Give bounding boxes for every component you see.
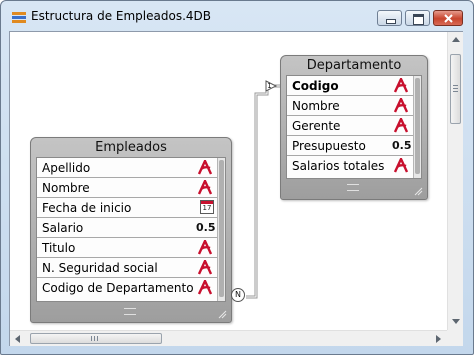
field-row-titulo[interactable]: Titulo — [37, 238, 217, 258]
table-title: Departamento — [306, 58, 402, 73]
field-name: Salario — [42, 221, 84, 235]
field-list: Codigo Nombre Gerente Presupuesto 0.5 Sa… — [286, 75, 422, 179]
alpha-field-icon — [393, 158, 409, 173]
field-name: Fecha de inicio — [42, 201, 132, 215]
field-name: Codigo de Departamento — [42, 281, 194, 295]
application-window: Estructura de Empleados.4DB Departamento — [0, 0, 474, 355]
field-row-salario[interactable]: Salario 0.5 — [37, 218, 217, 238]
field-name: N. Seguridad social — [42, 261, 158, 275]
scroll-up-icon[interactable] — [452, 37, 460, 42]
field-row-fecha-de-inicio[interactable]: Fecha de inicio 17 — [37, 198, 217, 218]
real-field-icon: 0.5 — [196, 221, 216, 234]
table-title: Empleados — [95, 140, 167, 155]
field-list-scroll-thumb[interactable] — [219, 160, 224, 297]
alpha-field-icon — [393, 98, 409, 113]
grip-line — [453, 88, 458, 89]
minimize-button[interactable] — [377, 10, 402, 26]
database-structure-icon — [12, 12, 26, 23]
alpha-field-icon — [197, 180, 213, 195]
table-empleados[interactable]: Empleados Apellido Nombre Fecha de inici… — [30, 137, 232, 323]
grip-line — [453, 85, 458, 86]
field-list-scrollbar[interactable] — [413, 76, 421, 178]
field-row-apellido[interactable]: Apellido — [37, 158, 217, 178]
relation-many-label: N — [235, 290, 241, 299]
alpha-field-icon — [197, 240, 213, 255]
scroll-right-icon[interactable] — [436, 335, 441, 343]
resize-corner-icon[interactable] — [413, 186, 423, 196]
date-field-icon: 17 — [200, 200, 214, 214]
field-row-salarios-totales[interactable]: Salarios totales — [287, 156, 413, 176]
field-list-scrollbar[interactable] — [217, 158, 225, 301]
grip-line — [97, 336, 98, 341]
field-name: Nombre — [42, 181, 90, 195]
structure-canvas[interactable]: Departamento Codigo Nombre Gerente Presu… — [10, 32, 447, 330]
maximize-button[interactable] — [405, 10, 430, 26]
vertical-scroll-thumb[interactable] — [450, 54, 461, 124]
field-name: Codigo — [292, 79, 339, 93]
field-row-presupuesto[interactable]: Presupuesto 0.5 — [287, 136, 413, 156]
close-icon — [444, 14, 453, 23]
grip-line — [94, 336, 95, 341]
field-row-codigo[interactable]: Codigo — [287, 76, 413, 96]
minimize-icon — [386, 19, 396, 24]
alpha-field-icon — [197, 160, 213, 175]
field-list-scroll-thumb[interactable] — [415, 78, 420, 174]
relation-many-marker[interactable]: N — [231, 288, 245, 302]
field-name: Nombre — [292, 99, 340, 113]
field-name: Gerente — [292, 119, 341, 133]
table-resize-grip-icon[interactable] — [124, 308, 136, 315]
window-title: Estructura de Empleados.4DB — [31, 9, 211, 23]
field-row-codigo-de-departamento[interactable]: Codigo de Departamento — [37, 278, 217, 298]
calendar-day: 17 — [202, 204, 212, 212]
alpha-field-icon — [393, 78, 409, 93]
title-bar[interactable]: Estructura de Empleados.4DB — [1, 1, 473, 31]
field-name: Salarios totales — [292, 159, 385, 173]
scrollbar-corner — [447, 330, 463, 346]
relation-one-label: 1 — [267, 82, 272, 90]
alpha-field-icon — [197, 260, 213, 275]
field-row-gerente[interactable]: Gerente — [287, 116, 413, 136]
structure-editor: Departamento Codigo Nombre Gerente Presu… — [9, 31, 463, 346]
scroll-left-icon[interactable] — [15, 335, 20, 343]
grip-line — [453, 91, 458, 92]
field-row-nombre[interactable]: Nombre — [287, 96, 413, 116]
field-row-n-seguridad-social[interactable]: N. Seguridad social — [37, 258, 217, 278]
scroll-down-icon[interactable] — [452, 319, 460, 324]
horizontal-scroll-thumb[interactable] — [30, 333, 162, 344]
grip-line — [91, 336, 92, 341]
field-row-nombre[interactable]: Nombre — [37, 178, 217, 198]
alpha-field-icon — [393, 118, 409, 133]
field-list: Apellido Nombre Fecha de inicio 17 Salar… — [36, 157, 226, 302]
close-button[interactable] — [433, 10, 463, 26]
field-name: Titulo — [42, 241, 76, 255]
table-resize-grip-icon[interactable] — [347, 184, 359, 191]
horizontal-scrollbar[interactable] — [10, 330, 447, 346]
resize-corner-icon[interactable] — [217, 309, 227, 319]
maximize-icon — [413, 14, 424, 25]
relation-one-marker[interactable]: 1 — [265, 80, 277, 92]
vertical-scrollbar[interactable] — [447, 32, 463, 330]
alpha-field-icon — [197, 280, 213, 295]
field-name: Apellido — [42, 161, 91, 175]
table-departamento[interactable]: Departamento Codigo Nombre Gerente Presu… — [280, 55, 428, 200]
real-field-icon: 0.5 — [392, 139, 412, 152]
field-name: Presupuesto — [292, 139, 366, 153]
